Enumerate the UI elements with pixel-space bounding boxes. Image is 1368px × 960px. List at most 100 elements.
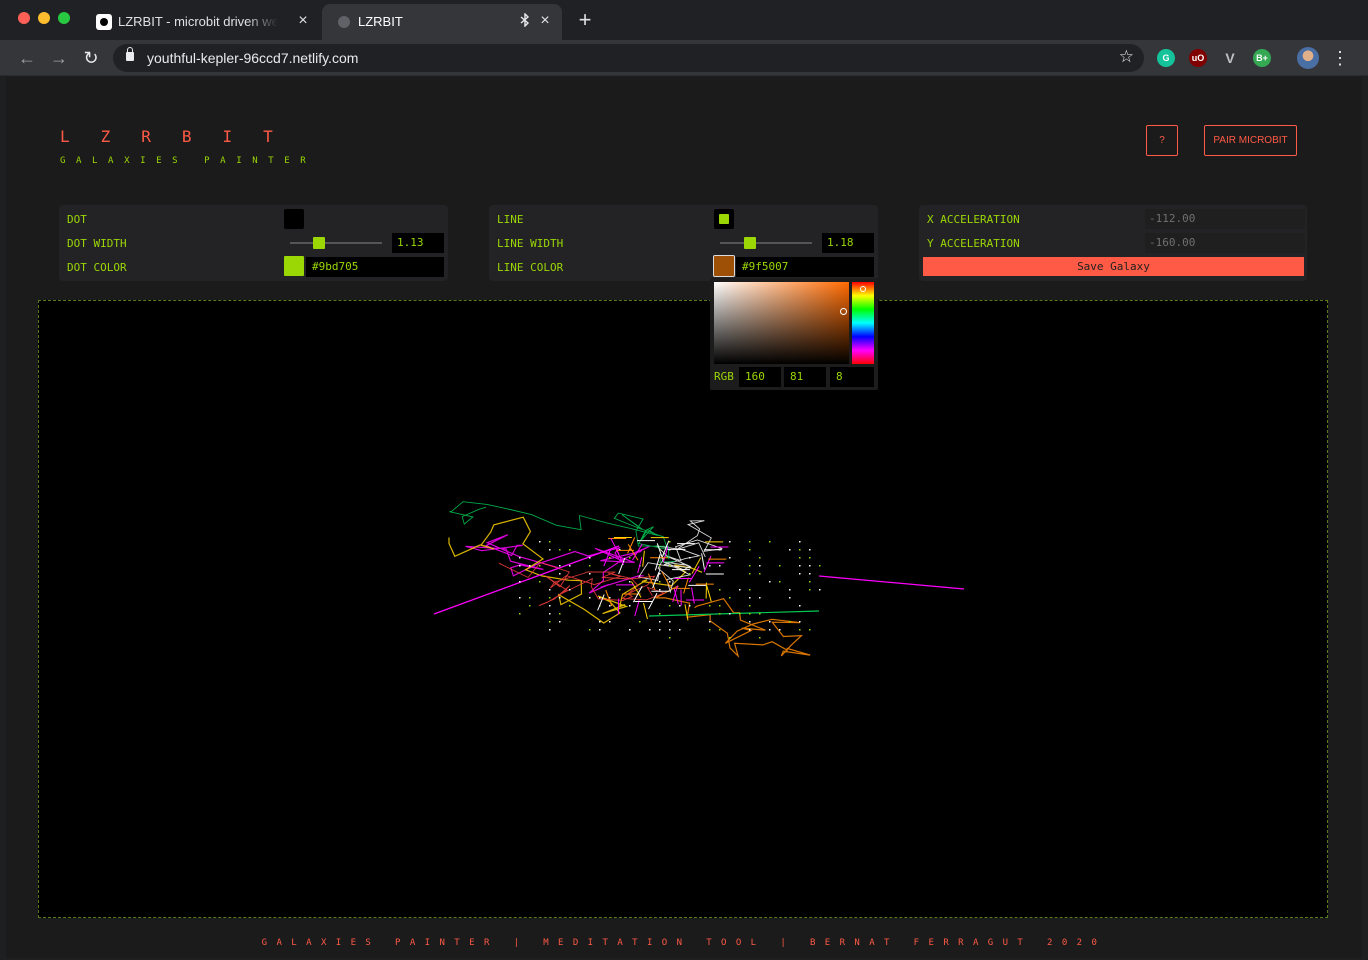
galaxy-dot [629,557,631,559]
app-logo: LZRBIT [60,127,304,146]
bplus-extension-icon[interactable]: B+ [1253,49,1271,67]
galaxy-dot [569,605,571,607]
galaxy-dot [629,629,631,631]
dot-toggle[interactable] [284,209,304,229]
galaxy-dot [749,597,751,599]
galaxy-dot [689,573,691,575]
line-width-slider[interactable] [720,237,812,249]
galaxy-dot [679,629,681,631]
galaxy-dot [549,605,551,607]
line-toggle[interactable] [714,209,734,229]
hue-slider[interactable] [852,282,874,364]
galaxy-dot [629,605,631,607]
galaxy-dot [519,557,521,559]
galaxy-dot [589,565,591,567]
ublock-extension-icon[interactable]: uO [1189,49,1207,67]
lock-icon [126,47,134,61]
galaxy-dot [809,581,811,583]
galaxy-dot [669,605,671,607]
save-galaxy-button[interactable]: Save Galaxy [923,257,1304,276]
galaxy-dot [669,629,671,631]
window-zoom-button[interactable] [58,12,70,24]
galaxy-dot [599,629,601,631]
galaxy-core-stroke [634,599,640,617]
galaxy-dot [739,589,741,591]
galaxy-dot [729,541,731,543]
galaxy-dot [549,597,551,599]
reload-icon[interactable]: ↻ [79,46,103,70]
galaxy-dot [709,565,711,567]
address-bar[interactable]: youthful-kepler-96ccd7.netlify.com ☆ [113,44,1144,72]
x-acceleration-value: -112.00 [1145,209,1305,229]
new-tab-button[interactable]: + [574,9,596,32]
galaxy-dot [549,589,551,591]
galaxy-dot [519,597,521,599]
galaxy-streak [648,610,820,617]
galaxy-dot [559,573,561,575]
galaxy-dot [799,549,801,551]
galaxy-dot [529,565,531,567]
galaxy-dot [789,589,791,591]
dot-label: DOT [67,213,87,226]
galaxy-dot [549,621,551,623]
dot-width-input[interactable]: 1.13 [392,233,444,253]
microbit-favicon-icon [96,14,112,30]
back-arrow-icon[interactable]: ← [15,46,39,70]
tab-close-icon[interactable]: × [294,12,312,30]
dot-color-swatch[interactable] [284,256,304,276]
galaxy-core-stroke [661,571,672,589]
slider-handle[interactable] [744,237,757,249]
url-text[interactable]: youthful-kepler-96ccd7.netlify.com [147,50,358,66]
galaxy-dot [719,605,721,607]
galaxy-dot [709,605,711,607]
green-channel-input[interactable]: 81 [784,367,826,387]
saturation-cursor[interactable] [840,308,847,315]
red-channel-input[interactable]: 160 [739,367,781,387]
line-width-input[interactable]: 1.18 [822,233,874,253]
dot-width-slider[interactable] [290,237,382,249]
vue-devtools-extension-icon[interactable]: V [1221,49,1239,67]
browser-tab-lzrbit-active[interactable]: LZRBIT × [322,4,562,40]
forward-arrow-icon[interactable]: → [47,46,71,70]
hue-cursor[interactable] [860,286,866,292]
window-minimize-button[interactable] [38,12,50,24]
dot-color-input[interactable]: #9bd705 [306,257,444,277]
galaxy-dot [639,621,641,623]
grammarly-extension-icon[interactable]: G [1157,49,1175,67]
bookmark-star-icon[interactable]: ☆ [1119,47,1134,67]
galaxy-dot [569,549,571,551]
slider-handle[interactable] [312,237,325,249]
pair-microbit-button[interactable]: PAIR MICROBIT [1204,125,1297,156]
galaxy-core-stroke [691,587,695,604]
galaxy-dot [609,557,611,559]
blue-channel-input[interactable]: 8 [830,367,874,387]
galaxy-dot [589,597,591,599]
help-button[interactable]: ? [1146,125,1178,156]
galaxy-dot [719,565,721,567]
browser-tab-bar: LZRBIT - microbit driven web app × LZRBI… [0,0,1368,40]
tab-close-icon[interactable]: × [536,12,554,30]
galaxy-dot [559,621,561,623]
y-acceleration-value: -160.00 [1145,233,1305,253]
galaxy-dot [799,621,801,623]
window-close-button[interactable] [18,12,30,24]
galaxy-stroke [448,516,703,624]
browser-menu-icon[interactable]: ⋮ [1331,46,1349,70]
profile-avatar[interactable] [1297,47,1319,69]
saturation-value-area[interactable] [714,282,849,364]
line-color-input[interactable]: #9f5007 [736,257,874,277]
galaxy-dot [559,613,561,615]
line-color-swatch[interactable] [713,255,735,277]
galaxy-dot [769,629,771,631]
rgb-mode-label[interactable]: RGB [714,370,734,383]
galaxy-dot [589,557,591,559]
galaxy-dot [649,629,651,631]
browser-tab-lzrbit-app[interactable]: LZRBIT - microbit driven web app × [82,4,320,40]
galaxy-dot [759,637,761,639]
galaxy-dot [819,589,821,591]
galaxy-core-stroke [643,602,648,620]
galaxy-dot [759,565,761,567]
galaxy-canvas[interactable] [38,300,1328,918]
galaxy-dot [529,605,531,607]
galaxy-dot [659,573,661,575]
